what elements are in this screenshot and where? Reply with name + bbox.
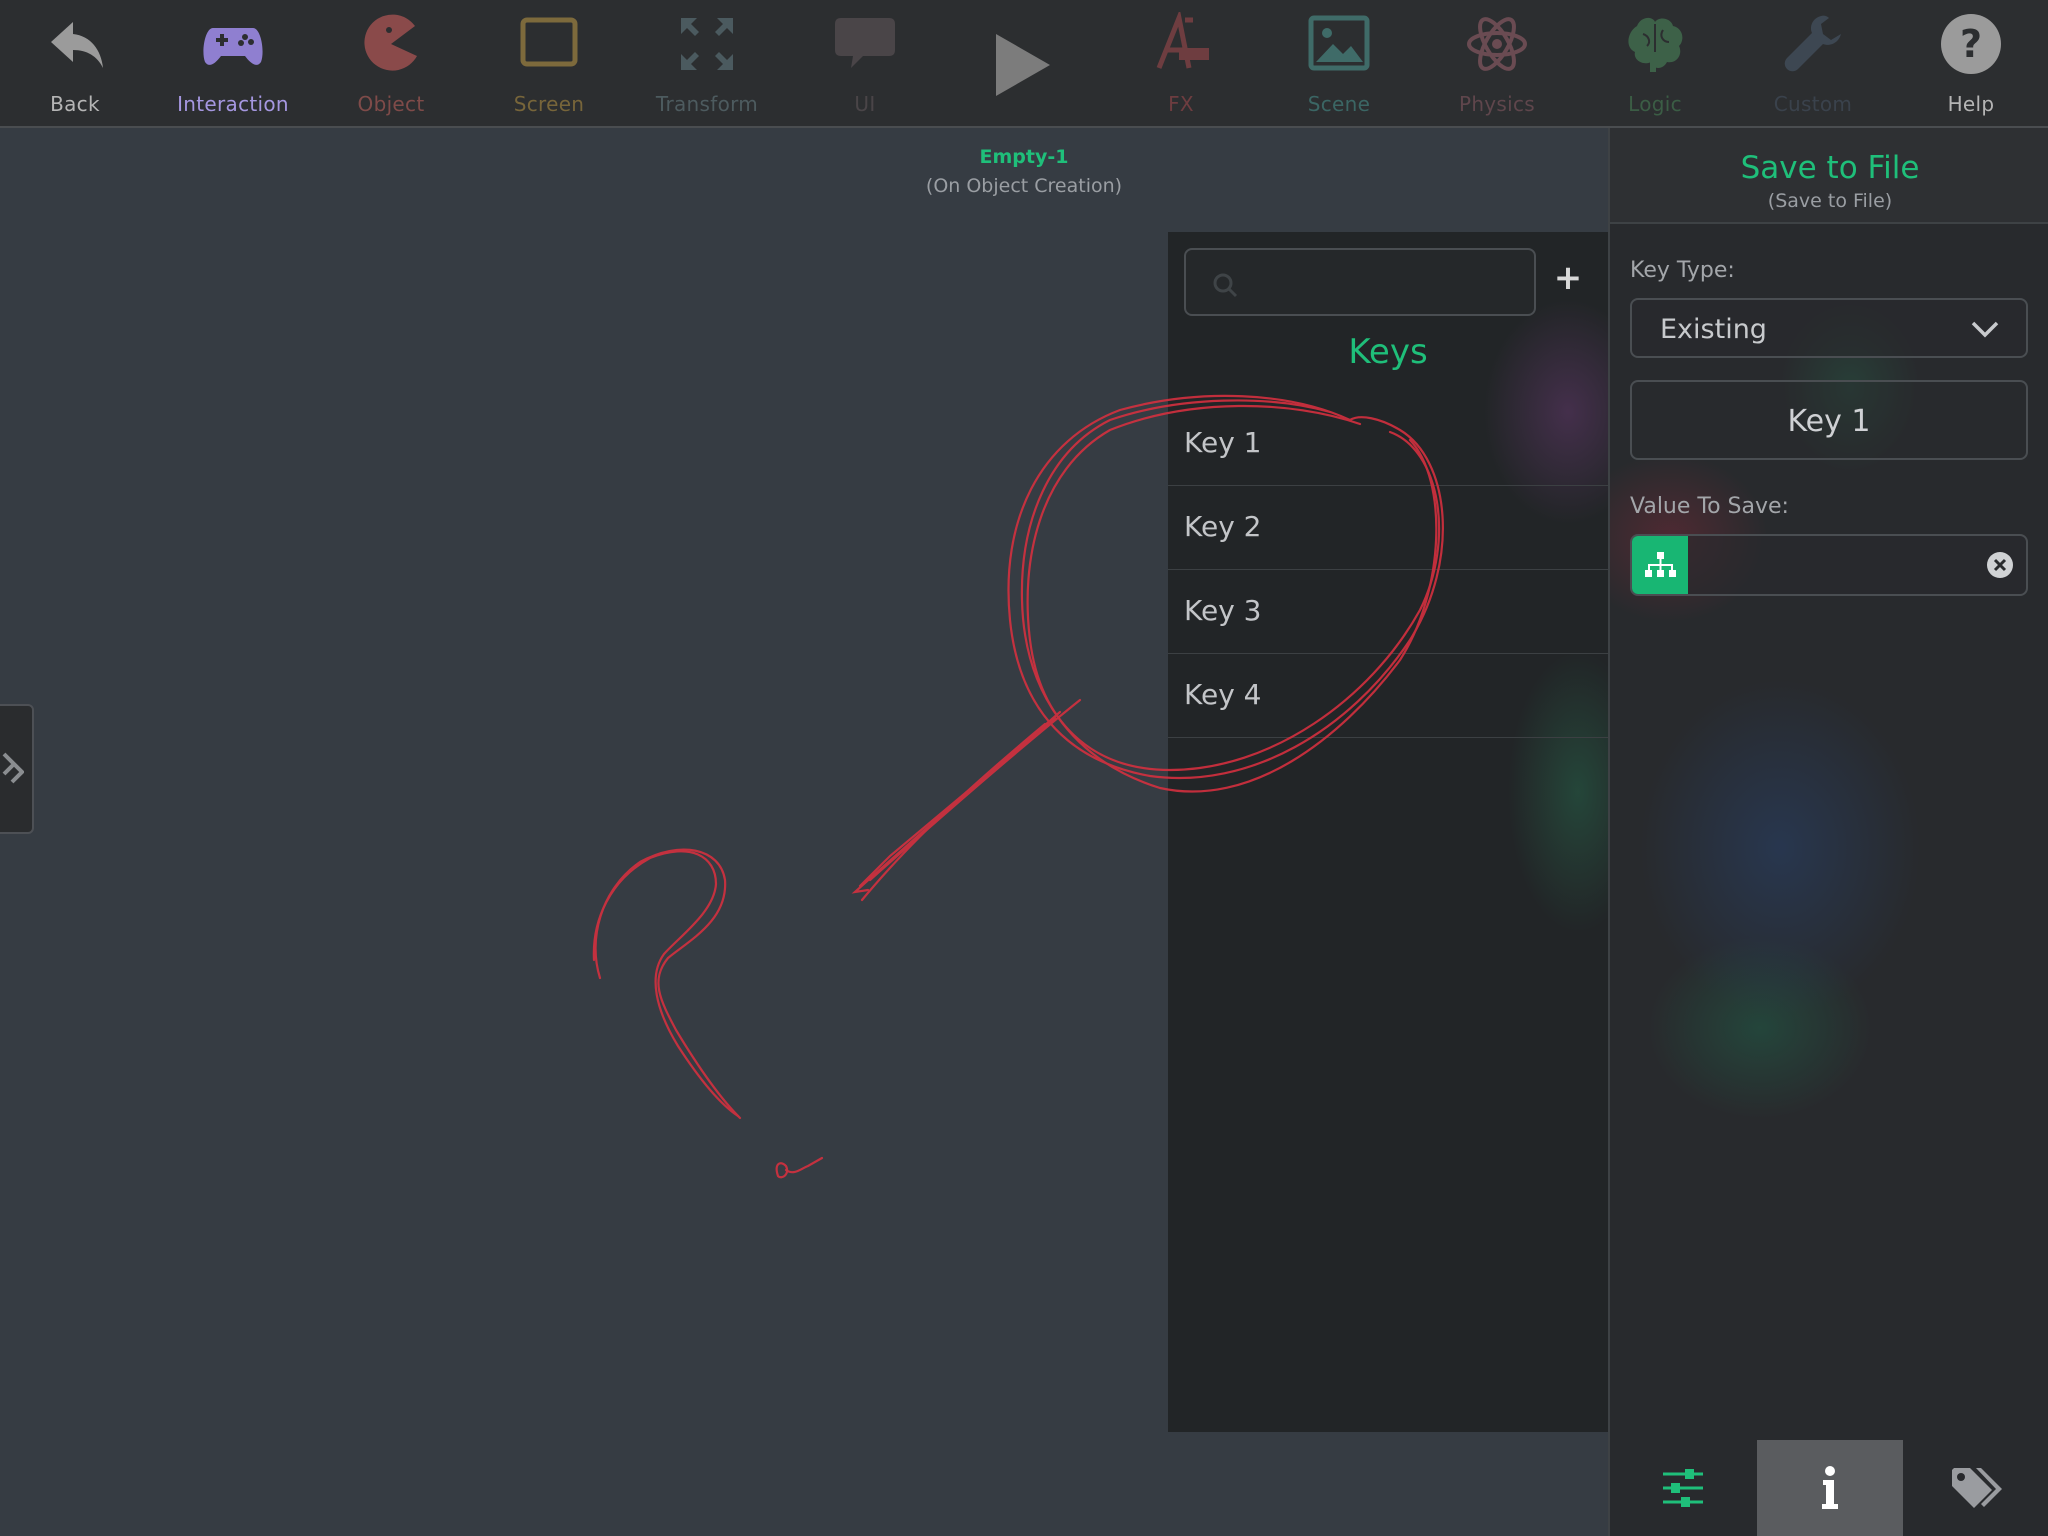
ui-button[interactable]: UI bbox=[795, 0, 935, 126]
custom-button[interactable]: Custom bbox=[1743, 0, 1883, 126]
fx-label: FX bbox=[1168, 92, 1194, 116]
physics-button[interactable]: Physics bbox=[1427, 0, 1567, 126]
ui-label: UI bbox=[854, 92, 876, 116]
attribute-picker-button[interactable] bbox=[1632, 536, 1688, 594]
image-icon bbox=[1308, 15, 1370, 71]
tab-properties[interactable] bbox=[1610, 1440, 1756, 1536]
inspector-background-blur bbox=[1610, 228, 2048, 1128]
top-toolbar: Back Interaction Object Screen Transform… bbox=[0, 0, 2048, 128]
key-type-value: Existing bbox=[1660, 314, 1767, 345]
key-label: Key 1 bbox=[1184, 426, 1262, 459]
clear-icon[interactable] bbox=[1986, 551, 2014, 579]
key-name-value: Key 1 bbox=[1787, 404, 1871, 439]
logic-button[interactable]: Logic bbox=[1585, 0, 1725, 126]
key-list-item[interactable]: Key 1 bbox=[1168, 402, 1608, 486]
behavior-title: Save to File bbox=[1740, 150, 1920, 186]
logic-label: Logic bbox=[1628, 92, 1682, 116]
tags-icon bbox=[1952, 1468, 2002, 1508]
screen-button[interactable]: Screen bbox=[479, 0, 619, 126]
scene-label: Scene bbox=[1307, 92, 1371, 116]
keys-heading: Keys bbox=[1348, 332, 1428, 372]
physics-label: Physics bbox=[1458, 92, 1536, 116]
object-name: Empty-1 bbox=[979, 146, 1069, 168]
search-input[interactable] bbox=[1242, 262, 1526, 304]
screen-icon bbox=[520, 17, 578, 67]
key-label: Key 3 bbox=[1184, 594, 1262, 627]
transform-label: Transform bbox=[655, 92, 759, 116]
key-name-button[interactable]: Key 1 bbox=[1630, 380, 2028, 460]
tab-info[interactable] bbox=[1757, 1440, 1903, 1536]
screen-label: Screen bbox=[513, 92, 585, 116]
svg-text:?: ? bbox=[1960, 22, 1982, 66]
interaction-button[interactable]: Interaction bbox=[163, 0, 303, 126]
object-button[interactable]: Object bbox=[321, 0, 461, 126]
help-icon: ? bbox=[1941, 14, 2001, 74]
info-icon bbox=[1822, 1466, 1838, 1509]
brain-icon bbox=[1628, 17, 1683, 72]
hierarchy-icon bbox=[1645, 552, 1676, 577]
inspector-panel: Save to File (Save to File) Key Type: Ex… bbox=[1608, 128, 2048, 1536]
search-field[interactable] bbox=[1184, 248, 1536, 316]
pacman-icon bbox=[364, 14, 417, 71]
key-type-label: Key Type: bbox=[1630, 258, 1735, 283]
custom-label: Custom bbox=[1773, 92, 1853, 116]
back-button[interactable]: Back bbox=[5, 0, 145, 126]
tab-tags[interactable] bbox=[1904, 1440, 2048, 1536]
behavior-subtitle: (Save to File) bbox=[1767, 190, 1893, 212]
scene-button[interactable]: Scene bbox=[1269, 0, 1409, 126]
key-type-dropdown[interactable]: Existing bbox=[1630, 298, 2028, 358]
fx-icon bbox=[1156, 12, 1209, 69]
play-icon[interactable] bbox=[990, 30, 1054, 100]
keys-panel: + Keys Key 1 Key 2 Key 3 Key 4 bbox=[1168, 232, 1608, 1432]
transform-arrows-icon bbox=[681, 18, 733, 70]
key-label: Key 2 bbox=[1184, 510, 1262, 543]
double-chevron-right-icon bbox=[2, 752, 24, 784]
gamepad-icon bbox=[203, 28, 263, 65]
help-label: Help bbox=[1947, 92, 1995, 116]
drawer-handle[interactable] bbox=[0, 704, 34, 834]
key-list-item[interactable]: Key 4 bbox=[1168, 654, 1608, 738]
speech-bubble-icon bbox=[835, 18, 895, 68]
value-to-save-field[interactable] bbox=[1630, 534, 2028, 596]
add-key-button[interactable]: + bbox=[1548, 258, 1588, 298]
inspector-header: Save to File (Save to File) bbox=[1610, 128, 2048, 224]
sliders-icon bbox=[1663, 1469, 1703, 1507]
value-to-save-label: Value To Save: bbox=[1630, 494, 1789, 519]
key-label: Key 4 bbox=[1184, 678, 1262, 711]
interaction-label: Interaction bbox=[177, 92, 289, 116]
atom-icon bbox=[1467, 17, 1527, 71]
fx-button[interactable]: FX bbox=[1111, 0, 1251, 126]
back-label: Back bbox=[50, 92, 100, 116]
back-arrow-icon bbox=[51, 22, 103, 68]
help-button[interactable]: ? Help bbox=[1901, 0, 2041, 126]
search-icon bbox=[1213, 273, 1238, 298]
wrench-icon bbox=[1784, 15, 1841, 72]
key-list-item[interactable]: Key 3 bbox=[1168, 570, 1608, 654]
inspector-tab-bar bbox=[1610, 1440, 2048, 1536]
chevron-down-icon bbox=[1971, 321, 1999, 338]
event-name: (On Object Creation) bbox=[925, 175, 1123, 197]
transform-button[interactable]: Transform bbox=[637, 0, 777, 126]
key-list-item[interactable]: Key 2 bbox=[1168, 486, 1608, 570]
object-label: Object bbox=[357, 92, 425, 116]
